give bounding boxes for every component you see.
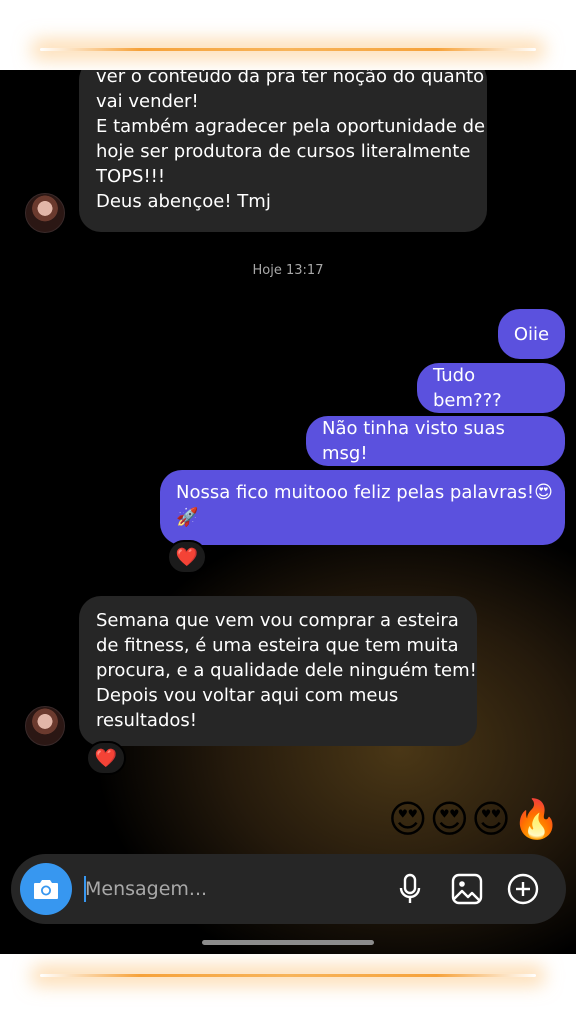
incoming-message-2: Semana que vem vou comprar a esteira de … [79, 596, 477, 746]
message-timestamp: Hoje 13:17 [252, 263, 324, 278]
microphone-icon [399, 873, 421, 903]
top-frame [0, 0, 576, 70]
gallery-icon [451, 873, 483, 905]
outgoing-message-4: Nossa fico muitooo feliz pelas palavras!… [160, 470, 565, 545]
incoming-message-1: ver o conteúdo da pra ter noção do quant… [79, 70, 487, 232]
message-line: procura, e a qualidade dele ninguém tem! [96, 660, 477, 681]
message-line: Semana que vem vou comprar a esteira [96, 610, 459, 631]
heart-eyes-emoji: 😍 [429, 797, 470, 841]
message-line: hoje ser produtora de cursos literalment… [96, 141, 471, 162]
message-line: ver o conteúdo da pra ter noção do quant… [96, 70, 485, 87]
heart-icon: ❤️ [94, 747, 118, 769]
camera-button[interactable] [20, 863, 72, 915]
message-line: resultados! [96, 710, 197, 731]
message-line: Depois vou voltar aqui com meus [96, 685, 399, 706]
dm-thread-screen: ver o conteúdo da pra ter noção do quant… [0, 70, 576, 954]
message-line: Deus abençoe! Tmj [96, 191, 271, 212]
heart-eyes-emoji: 😍 [471, 797, 511, 841]
bottom-glow-line [40, 974, 536, 977]
add-circle-icon [507, 873, 539, 905]
message-text: Não tinha visto suas msg! [322, 418, 505, 464]
bottom-frame [0, 954, 576, 1024]
top-glow-line [40, 48, 536, 51]
emoji-reply-message: 😍 😍 😍 🔥 [388, 796, 568, 842]
home-indicator[interactable] [202, 940, 374, 945]
heart-eyes-emoji: 😍 [388, 797, 428, 841]
microphone-button[interactable] [392, 871, 428, 907]
sender-avatar[interactable] [25, 706, 65, 746]
heart-reaction[interactable]: ❤️ [86, 741, 126, 775]
message-line: E também agradecer pela oportunidade de [96, 116, 486, 137]
camera-icon [34, 880, 58, 899]
gallery-button[interactable] [449, 871, 485, 907]
message-composer [11, 854, 566, 924]
sender-avatar[interactable] [25, 193, 65, 233]
message-text: Oiie [513, 323, 550, 345]
message-line: vai vender! [96, 91, 199, 112]
outgoing-message-2: Tudo bem??? [417, 363, 565, 413]
message-line: Nossa fico muitooo feliz pelas palavras!… [176, 482, 553, 503]
message-text: Tudo bem??? [433, 365, 502, 411]
message-input[interactable] [85, 874, 375, 904]
outgoing-message-1: Oiie [498, 309, 565, 359]
outgoing-message-3: Não tinha visto suas msg! [306, 416, 565, 466]
message-line: 🚀 [176, 507, 199, 528]
heart-icon: ❤️ [175, 546, 199, 568]
fire-emoji: 🔥 [512, 797, 561, 841]
message-line: de fitness, é uma esteira que tem muita [96, 635, 459, 656]
add-button[interactable] [505, 871, 541, 907]
heart-reaction[interactable]: ❤️ [167, 540, 207, 574]
message-line: TOPS!!! [96, 166, 166, 187]
